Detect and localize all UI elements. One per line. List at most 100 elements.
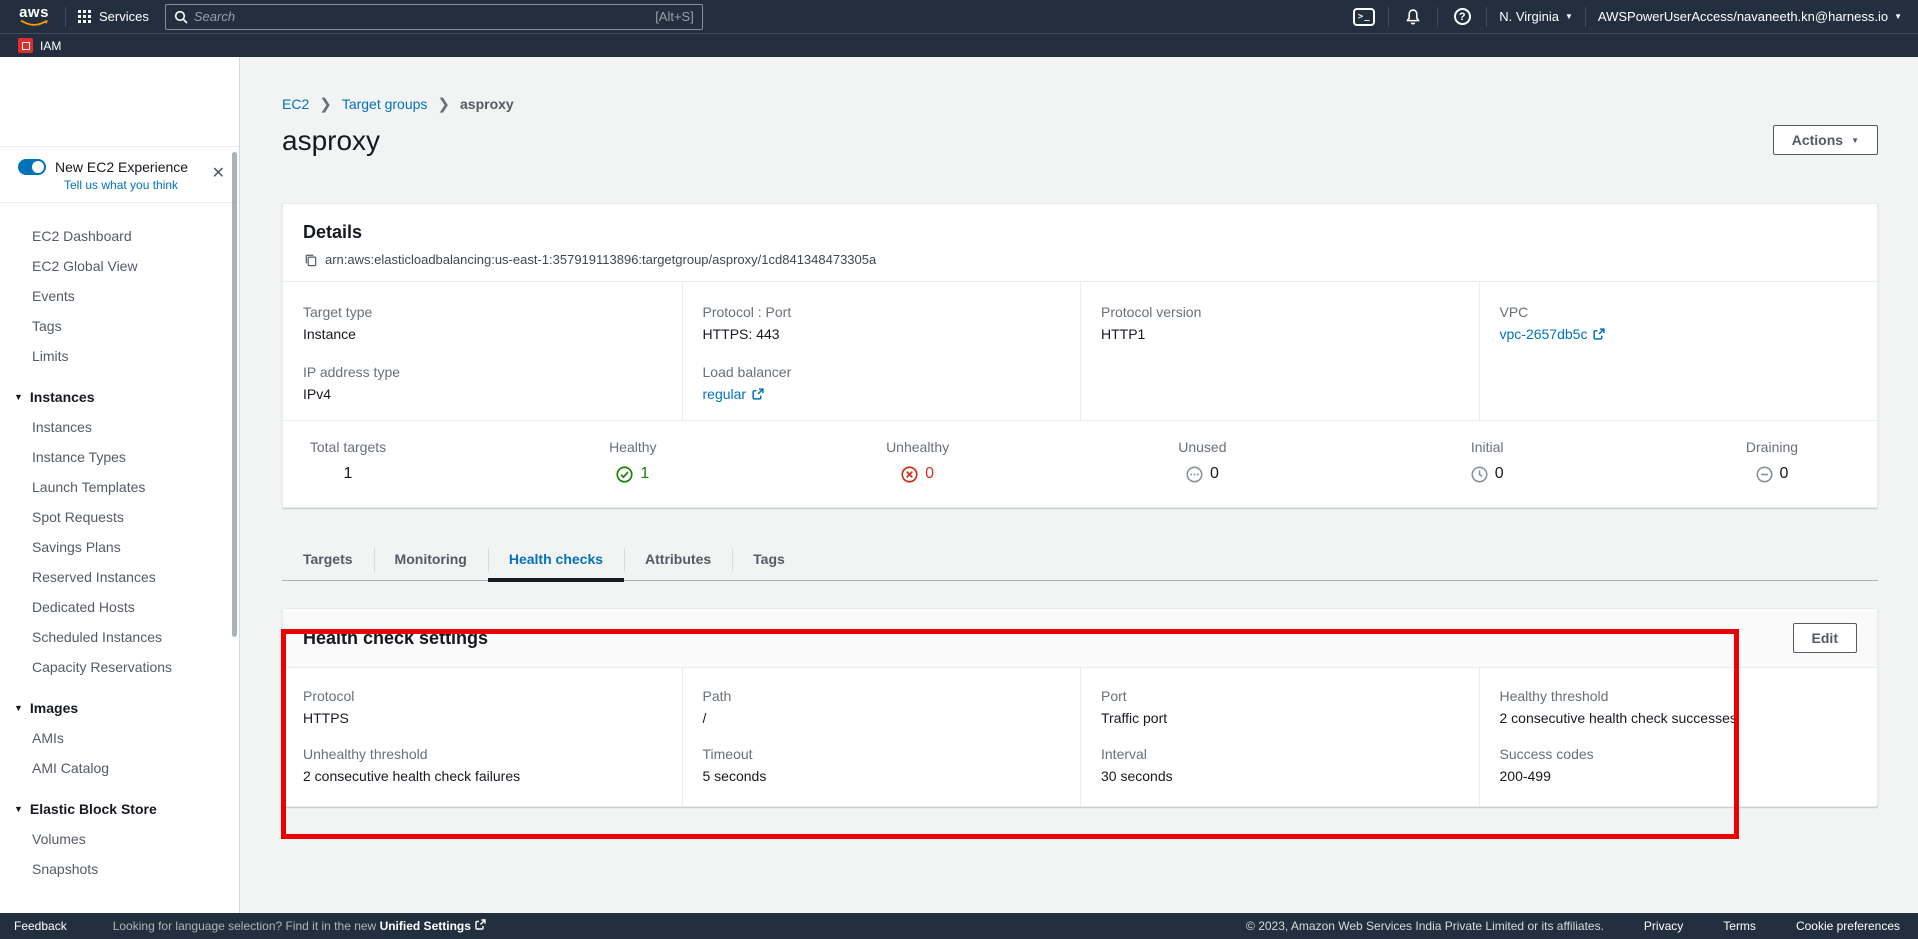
field-label: Port — [1101, 688, 1459, 704]
tab-health-checks[interactable]: Health checks — [488, 540, 624, 580]
breadcrumb-ec2[interactable]: EC2 — [282, 96, 309, 112]
sidebar-item-dedicated-hosts[interactable]: Dedicated Hosts — [0, 592, 239, 622]
divider — [1437, 7, 1438, 27]
bell-icon — [1404, 8, 1422, 26]
copy-icon[interactable] — [303, 252, 318, 267]
terms-link[interactable]: Terms — [1723, 919, 1756, 933]
counter-label: Unhealthy — [873, 439, 963, 455]
sidebar-item-volumes[interactable]: Volumes — [0, 824, 239, 854]
clock-circle-icon — [1471, 466, 1488, 483]
sidebar-item-events[interactable]: Events — [0, 281, 239, 311]
aws-logo[interactable]: aws — [15, 6, 53, 27]
close-icon[interactable]: ✕ — [212, 163, 225, 183]
unified-settings-link[interactable]: Unified Settings — [380, 919, 471, 933]
load-balancer-link[interactable]: regular — [703, 386, 747, 402]
new-experience-toggle[interactable] — [18, 159, 46, 175]
sidebar-item-instances[interactable]: Instances — [0, 412, 239, 442]
sidebar-item-amis[interactable]: AMIs — [0, 723, 239, 753]
cloudshell-button[interactable]: >_ — [1352, 6, 1376, 28]
counter-draining: Draining 0 — [1727, 439, 1817, 483]
check-circle-icon — [616, 466, 633, 483]
sidebar-item-snapshots[interactable]: Snapshots — [0, 854, 239, 884]
sidebar-item-ec2-global-view[interactable]: EC2 Global View — [0, 251, 239, 281]
counter-label: Draining — [1727, 439, 1817, 455]
global-search-box[interactable]: [Alt+S] — [165, 4, 703, 30]
sidebar-item-ami-catalog[interactable]: AMI Catalog — [0, 753, 239, 783]
field-value: HTTPS: 443 — [703, 326, 1061, 342]
counter-label: Initial — [1442, 439, 1532, 455]
sidebar-item-ec2-dashboard[interactable]: EC2 Dashboard — [0, 221, 239, 251]
external-link-icon — [1592, 328, 1605, 341]
breadcrumb-current: asproxy — [460, 96, 514, 112]
sidebar-item-tags[interactable]: Tags — [0, 311, 239, 341]
divider — [1585, 7, 1586, 27]
field-label: Protocol version — [1101, 304, 1459, 320]
x-circle-icon — [901, 466, 918, 483]
tell-us-link[interactable]: Tell us what you think — [64, 178, 225, 192]
counter-label: Healthy — [588, 439, 678, 455]
sidebar-item-limits[interactable]: Limits — [0, 341, 239, 371]
field-label: Unhealthy threshold — [303, 746, 662, 762]
edit-button[interactable]: Edit — [1793, 623, 1857, 653]
field-label: Timeout — [703, 746, 1061, 762]
field-value: 30 seconds — [1101, 768, 1459, 784]
triangle-down-icon: ▼ — [14, 804, 23, 814]
tab-targets[interactable]: Targets — [282, 540, 374, 580]
health-check-grid: Protocol HTTPS Unhealthy threshold 2 con… — [283, 667, 1877, 806]
health-check-settings-card: Health check settings Edit Protocol HTTP… — [282, 608, 1878, 807]
help-button[interactable]: ? — [1450, 6, 1474, 28]
services-menu-button[interactable]: Services — [78, 9, 149, 24]
region-selector[interactable]: N. Virginia ▼ — [1499, 9, 1573, 24]
cookie-preferences-link[interactable]: Cookie preferences — [1796, 919, 1900, 933]
sidebar-scrollbar[interactable] — [232, 152, 237, 637]
counter-value: 0 — [925, 465, 934, 483]
account-menu[interactable]: AWSPowerUserAccess/navaneeth.kn@harness.… — [1598, 9, 1902, 24]
sidebar-item-spot-requests[interactable]: Spot Requests — [0, 502, 239, 532]
sidebar-item-instance-types[interactable]: Instance Types — [0, 442, 239, 472]
main-content: EC2 ❯ Target groups ❯ asproxy asproxy Ac… — [240, 57, 1918, 913]
field-value: 5 seconds — [703, 768, 1061, 784]
field-label: Success codes — [1500, 746, 1858, 762]
actions-button[interactable]: Actions ▼ — [1773, 125, 1878, 155]
notifications-button[interactable] — [1401, 6, 1425, 28]
details-heading: Details — [303, 222, 1857, 243]
caret-down-icon: ▼ — [1851, 136, 1859, 145]
sidebar-section-label: Instances — [30, 389, 95, 405]
region-label: N. Virginia — [1499, 9, 1559, 24]
search-input[interactable] — [194, 9, 649, 24]
sidebar-item-savings-plans[interactable]: Savings Plans — [0, 532, 239, 562]
ellipsis-circle-icon — [1186, 466, 1203, 483]
sidebar-item-scheduled-instances[interactable]: Scheduled Instances — [0, 622, 239, 652]
details-grid: Target type Instance IP address type IPv… — [283, 281, 1877, 420]
field-label: Protocol — [303, 688, 662, 704]
actions-button-label: Actions — [1792, 132, 1843, 148]
vpc-link[interactable]: vpc-2657db5c — [1500, 326, 1588, 342]
tab-tags[interactable]: Tags — [732, 540, 806, 580]
sidebar: New EC2 Experience Tell us what you thin… — [0, 57, 240, 913]
field-value: IPv4 — [303, 386, 662, 402]
field-label: Protocol : Port — [703, 304, 1061, 320]
sidebar-section-instances[interactable]: ▼ Instances — [0, 379, 239, 412]
sidebar-nav: EC2 Dashboard EC2 Global View Events Tag… — [0, 203, 239, 884]
sidebar-item-launch-templates[interactable]: Launch Templates — [0, 472, 239, 502]
caret-down-icon: ▼ — [1894, 12, 1902, 21]
counter-label: Total targets — [303, 439, 393, 455]
services-grid-icon — [78, 10, 91, 23]
feedback-link[interactable]: Feedback — [14, 919, 67, 933]
sidebar-section-elastic-block-store[interactable]: ▼ Elastic Block Store — [0, 791, 239, 824]
favorite-iam-link[interactable]: IAM — [18, 38, 61, 53]
breadcrumb-target-groups[interactable]: Target groups — [342, 96, 428, 112]
field-label: Healthy threshold — [1500, 688, 1858, 704]
sidebar-section-images[interactable]: ▼ Images — [0, 690, 239, 723]
tab-attributes[interactable]: Attributes — [624, 540, 732, 580]
field-value: HTTPS — [303, 710, 662, 726]
field-label: Interval — [1101, 746, 1459, 762]
tab-monitoring[interactable]: Monitoring — [374, 540, 488, 580]
sidebar-item-capacity-reservations[interactable]: Capacity Reservations — [0, 652, 239, 682]
counter-value: 0 — [1210, 465, 1219, 483]
field-label: VPC — [1500, 304, 1858, 320]
sidebar-section-label: Images — [30, 700, 78, 716]
privacy-link[interactable]: Privacy — [1644, 919, 1683, 933]
field-label: Load balancer — [703, 364, 1061, 380]
sidebar-item-reserved-instances[interactable]: Reserved Instances — [0, 562, 239, 592]
